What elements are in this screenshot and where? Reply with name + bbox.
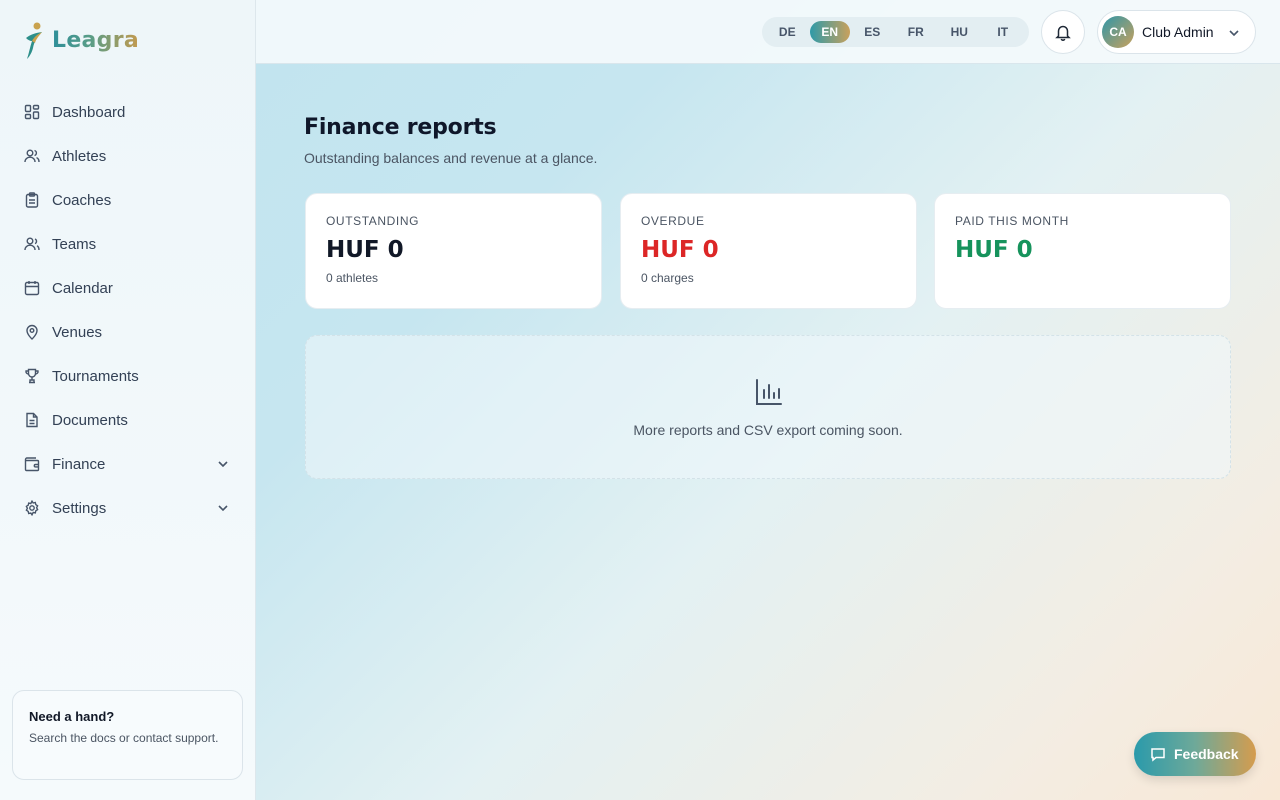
sidebar-item-label: Dashboard <box>52 103 126 121</box>
document-icon <box>24 412 40 428</box>
topbar: DE EN ES FR HU IT CA Club Admin <box>256 0 1280 64</box>
brand-name: Leagra <box>52 27 140 53</box>
users-icon <box>24 148 40 164</box>
card-value: HUF 0 <box>641 237 719 263</box>
sidebar-item-coaches[interactable]: Coaches <box>12 178 244 222</box>
card-label: PAID THIS MONTH <box>955 214 1069 228</box>
sidebar-item-label: Documents <box>52 411 128 429</box>
avatar: CA <box>1102 16 1134 48</box>
outstanding-card: OUTSTANDING HUF 0 0 athletes <box>305 193 602 309</box>
empty-state-text: More reports and CSV export coming soon. <box>633 422 903 438</box>
sidebar-item-calendar[interactable]: Calendar <box>12 266 244 310</box>
card-label: OVERDUE <box>641 214 705 228</box>
sidebar-item-label: Teams <box>52 235 97 253</box>
sidebar-item-teams[interactable]: Teams <box>12 222 244 266</box>
help-title: Need a hand? <box>29 709 115 724</box>
sidebar-item-label: Settings <box>52 499 107 517</box>
bar-chart-icon <box>753 376 785 408</box>
chevron-down-icon[interactable] <box>216 457 230 471</box>
page-subtitle: Outstanding balances and revenue at a gl… <box>304 150 598 166</box>
chevron-down-icon[interactable] <box>216 501 230 515</box>
feedback-label: Feedback <box>1174 746 1239 762</box>
calendar-icon <box>24 280 40 296</box>
language-option-hu[interactable]: HU <box>938 21 981 43</box>
user-name: Club Admin <box>1142 24 1214 40</box>
sidebar-item-finance[interactable]: Finance <box>12 442 244 486</box>
leagra-logo-icon <box>26 22 42 59</box>
language-option-fr[interactable]: FR <box>895 21 938 43</box>
language-option-es[interactable]: ES <box>851 21 894 43</box>
sidebar-item-label: Tournaments <box>52 367 139 385</box>
sidebar-item-label: Finance <box>52 455 106 473</box>
bell-icon <box>1055 25 1071 41</box>
language-option-de[interactable]: DE <box>766 21 809 43</box>
help-card[interactable]: Need a hand? Search the docs or contact … <box>12 690 243 780</box>
language-option-it[interactable]: IT <box>982 21 1025 43</box>
sidebar-item-documents[interactable]: Documents <box>12 398 244 442</box>
gear-icon <box>24 500 40 516</box>
overdue-card: OVERDUE HUF 0 0 charges <box>620 193 917 309</box>
notifications-button[interactable] <box>1041 10 1085 54</box>
sidebar-item-venues[interactable]: Venues <box>12 310 244 354</box>
help-text: Search the docs or contact support. <box>29 731 219 745</box>
user-menu-button[interactable]: CA Club Admin <box>1097 10 1256 54</box>
paid-this-month-card: PAID THIS MONTH HUF 0 <box>934 193 1231 309</box>
card-value: HUF 0 <box>326 237 404 263</box>
language-option-en[interactable]: EN <box>809 21 851 43</box>
sidebar-item-label: Coaches <box>52 191 112 209</box>
sidebar-item-label: Venues <box>52 323 103 341</box>
message-icon <box>1150 746 1166 762</box>
empty-state: More reports and CSV export coming soon. <box>305 335 1231 479</box>
feedback-button[interactable]: Feedback <box>1134 732 1256 776</box>
card-subtext: 0 charges <box>641 271 694 285</box>
card-label: OUTSTANDING <box>326 214 420 228</box>
card-subtext: 0 athletes <box>326 271 379 285</box>
sidebar-nav: Dashboard Athletes Coaches Teams Calenda… <box>12 90 244 530</box>
language-switcher: DE EN ES FR HU IT <box>762 17 1029 47</box>
wallet-icon <box>24 456 40 472</box>
trophy-icon <box>24 368 40 384</box>
map-pin-icon <box>24 324 40 340</box>
chevron-down-icon <box>1227 26 1241 40</box>
sidebar-item-dashboard[interactable]: Dashboard <box>12 90 244 134</box>
team-icon <box>24 236 40 252</box>
sidebar-item-athletes[interactable]: Athletes <box>12 134 244 178</box>
sidebar-item-settings[interactable]: Settings <box>12 486 244 530</box>
dashboard-icon <box>24 104 40 120</box>
page-title: Finance reports <box>304 115 497 140</box>
sidebar-item-tournaments[interactable]: Tournaments <box>12 354 244 398</box>
sidebar: Leagra Dashboard Athletes Coaches Teams <box>0 0 256 800</box>
clipboard-icon <box>24 192 40 208</box>
card-value: HUF 0 <box>955 237 1033 263</box>
sidebar-item-label: Athletes <box>52 147 107 165</box>
sidebar-item-label: Calendar <box>52 279 113 297</box>
brand-logo[interactable]: Leagra <box>22 20 139 60</box>
